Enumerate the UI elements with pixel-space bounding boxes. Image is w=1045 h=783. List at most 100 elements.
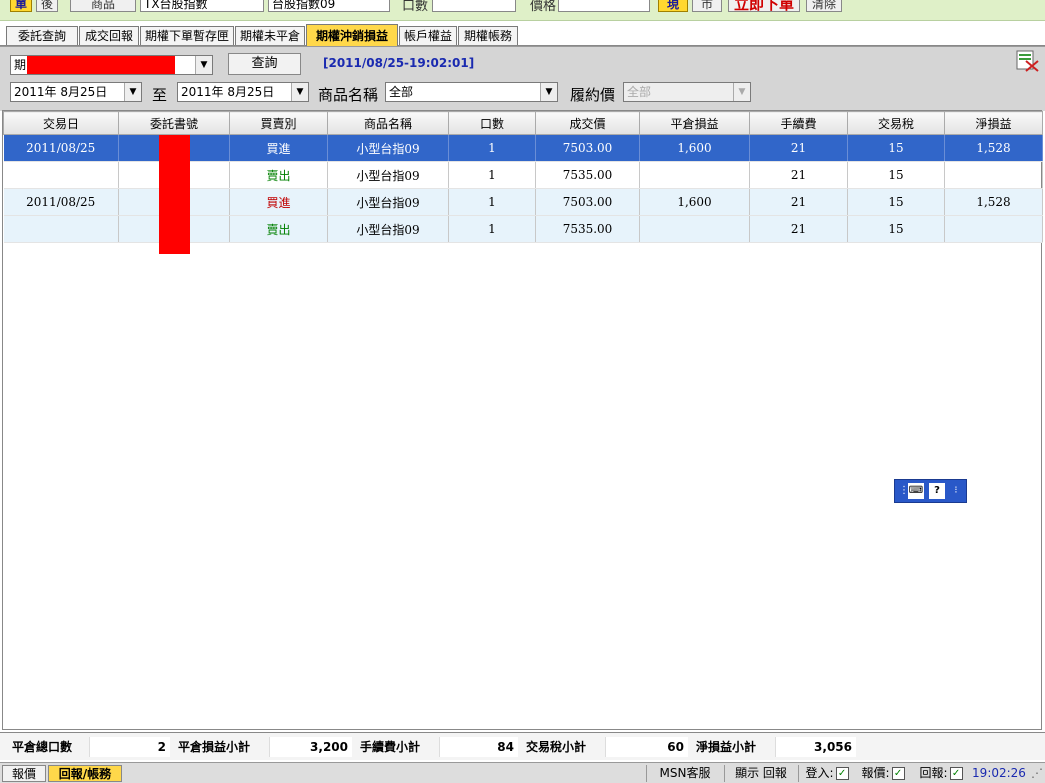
check-icon: ✓	[891, 767, 905, 780]
strike-combo: 全部 ▼	[623, 82, 751, 102]
after-hours-button[interactable]: 後	[36, 0, 58, 12]
single-order-button[interactable]: 單	[10, 0, 32, 12]
price-input[interactable]	[558, 0, 650, 12]
cell-close-pnl	[639, 161, 750, 189]
show-report-button[interactable]: 顯示 回報	[728, 765, 794, 782]
clock: 19:02:26	[972, 766, 1026, 780]
help-icon[interactable]: ?	[929, 483, 945, 499]
grid-header-row: 交易日 委託書號 買賣別 商品名稱 口數 成交價 平倉損益 手續費 交易稅 淨損…	[3, 111, 1043, 135]
drag-handle-icon[interactable]: ⋮	[899, 483, 909, 499]
check-icon: ✓	[949, 767, 963, 780]
tab-account-equity[interactable]: 帳戶權益	[399, 26, 457, 45]
chevron-down-icon[interactable]: ▼	[124, 83, 141, 101]
report-label: 回報:	[919, 766, 948, 780]
col-header-side[interactable]: 買賣別	[229, 111, 328, 135]
col-header-order-no[interactable]: 委託書號	[118, 111, 230, 135]
cell-product: 小型台指09	[327, 188, 449, 216]
status-bar: 報價 回報/帳務 MSN客服 顯示 回報 登入: ✓ 報價: ✓ 回報: ✓ 19:0…	[0, 762, 1045, 783]
contract-combo[interactable]: 台股指數09	[268, 0, 390, 12]
floating-ime-toolbar[interactable]: ⋮ ⌨ ? ⁝	[894, 479, 967, 503]
clear-button[interactable]: 清除	[806, 0, 842, 12]
cell-tax: 15	[847, 215, 945, 243]
place-order-button[interactable]: 立即下單	[728, 0, 800, 13]
chevron-down-icon: ▼	[733, 83, 750, 101]
close-count-label: 平倉總口數	[4, 737, 90, 757]
market-price-button[interactable]: 市	[692, 0, 722, 12]
fee-subtotal-label: 手續費小計	[352, 737, 440, 757]
quote-label: 報價:	[861, 766, 890, 780]
col-header-qty[interactable]: 口數	[448, 111, 536, 135]
cell-side: 買進	[229, 134, 328, 162]
net-subtotal-label: 淨損益小計	[688, 737, 776, 757]
current-price-button[interactable]: 現	[658, 0, 688, 12]
chevron-down-icon[interactable]: ▼	[195, 56, 212, 74]
cell-price: 7535.00	[535, 215, 640, 243]
cell-fee: 21	[749, 161, 848, 189]
net-subtotal-value: 3,056	[776, 737, 856, 757]
fee-subtotal-value: 84	[440, 737, 518, 757]
cell-product: 小型台指09	[327, 161, 449, 189]
cell-qty: 1	[448, 188, 536, 216]
tab-offset-pnl[interactable]: 期權沖銷損益	[306, 24, 398, 46]
cell-net-pnl	[944, 161, 1043, 189]
query-button[interactable]: 查詢	[228, 53, 301, 75]
tab-strip: 委託查詢 成交回報 期權下單暫存匣 期權未平倉 期權沖銷損益 帳戶權益 期權帳務	[0, 24, 1045, 46]
cell-net-pnl: 1,528	[944, 188, 1043, 216]
chevron-down-icon[interactable]: ▼	[540, 83, 557, 101]
qty-input[interactable]	[432, 0, 516, 12]
cell-close-pnl: 1,600	[639, 134, 750, 162]
product-button[interactable]: 商品	[70, 0, 136, 12]
col-header-close-pnl[interactable]: 平倉損益	[639, 111, 750, 135]
cell-date: 2011/08/25	[3, 188, 119, 216]
close-count-value: 2	[90, 737, 170, 757]
strike-label: 履約價	[570, 86, 616, 104]
qty-label: 口數	[402, 0, 429, 14]
cell-date	[3, 161, 119, 189]
chevron-down-icon[interactable]: ▼	[291, 83, 308, 101]
keyboard-icon[interactable]: ⌨	[908, 483, 924, 499]
cell-tax: 15	[847, 188, 945, 216]
tax-subtotal-label: 交易稅小計	[518, 737, 606, 757]
cell-fee: 21	[749, 188, 848, 216]
tab-order-query[interactable]: 委託查詢	[6, 26, 78, 45]
product-combo[interactable]: 全部 ▼	[385, 82, 558, 102]
date-from-picker[interactable]: 2011年 8月25日 ▼	[10, 82, 142, 102]
cell-price: 7503.00	[535, 188, 640, 216]
msn-support-button[interactable]: MSN客服	[650, 765, 720, 782]
price-label: 價格	[530, 0, 557, 14]
tab-options-account[interactable]: 期權帳務	[458, 26, 518, 45]
tax-subtotal-value: 60	[606, 737, 688, 757]
tab-order-staging[interactable]: 期權下單暫存匣	[140, 26, 234, 45]
quote-status: 報價: ✓	[858, 765, 908, 782]
product-label: 商品名稱	[318, 86, 379, 104]
pnl-subtotal-value: 3,200	[270, 737, 352, 757]
tab-fill-report[interactable]: 成交回報	[79, 26, 139, 45]
col-header-tax[interactable]: 交易稅	[847, 111, 945, 135]
redacted-account	[27, 56, 175, 74]
login-label: 登入:	[805, 766, 834, 780]
cell-qty: 1	[448, 161, 536, 189]
login-status: 登入: ✓	[802, 765, 852, 782]
check-icon: ✓	[835, 767, 849, 780]
resize-grip-icon[interactable]: ⋰	[1030, 765, 1044, 782]
options-icon[interactable]: ⁝	[951, 483, 961, 499]
tab-open-positions[interactable]: 期權未平倉	[235, 26, 305, 45]
col-header-price[interactable]: 成交價	[535, 111, 640, 135]
export-excel-icon[interactable]	[1014, 49, 1040, 73]
col-header-product[interactable]: 商品名稱	[327, 111, 449, 135]
cell-date	[3, 215, 119, 243]
col-header-fee[interactable]: 手續費	[749, 111, 848, 135]
pnl-subtotal-label: 平倉損益小計	[170, 737, 270, 757]
tab-report-account[interactable]: 回報/帳務	[48, 765, 122, 782]
cell-side: 賣出	[229, 161, 328, 189]
report-status: 回報: ✓	[916, 765, 966, 782]
cell-close-pnl: 1,600	[639, 188, 750, 216]
col-header-net-pnl[interactable]: 淨損益	[944, 111, 1043, 135]
account-prefix: 期	[14, 58, 27, 72]
date-to-picker[interactable]: 2011年 8月25日 ▼	[177, 82, 309, 102]
index-combo[interactable]: TX台股指數	[140, 0, 264, 12]
cell-fee: 21	[749, 215, 848, 243]
pnl-grid: 交易日 委託書號 買賣別 商品名稱 口數 成交價 平倉損益 手續費 交易稅 淨損…	[2, 110, 1043, 730]
col-header-date[interactable]: 交易日	[3, 111, 119, 135]
tab-quote[interactable]: 報價	[2, 765, 46, 782]
